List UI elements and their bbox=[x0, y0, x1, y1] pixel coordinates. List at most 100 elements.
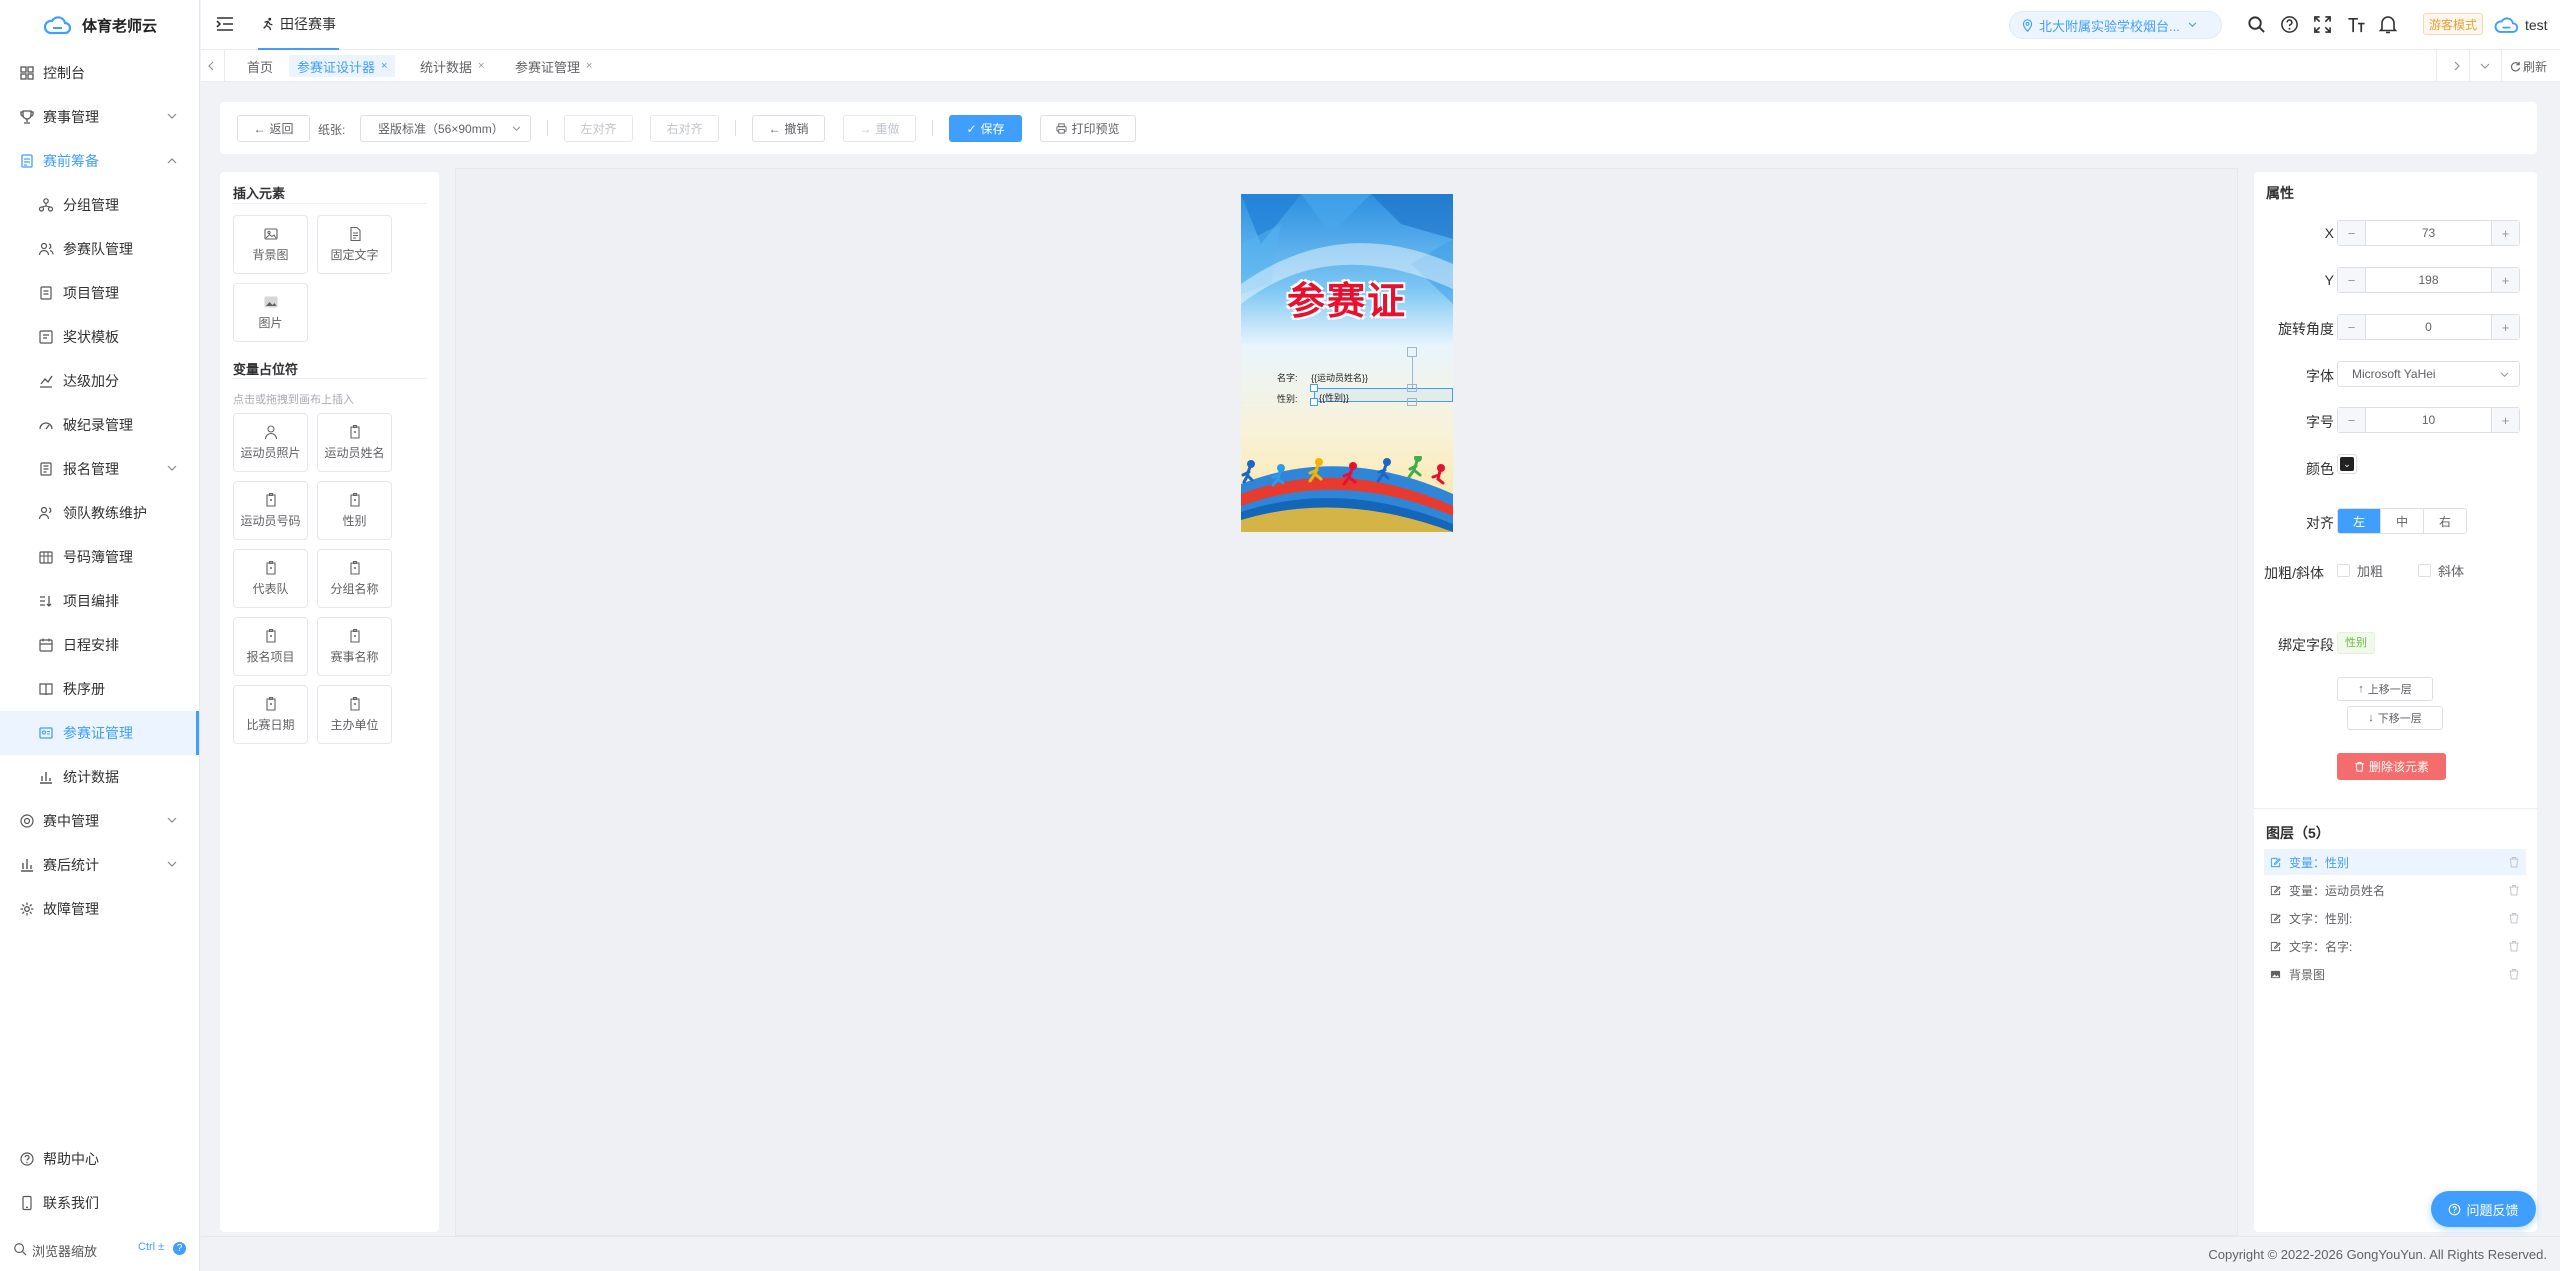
x-value[interactable]: 73 bbox=[2366, 226, 2491, 240]
save-button[interactable]: ✓ 保存 bbox=[949, 115, 1022, 142]
app-logo[interactable]: 体育老师云 bbox=[0, 0, 199, 50]
minus-icon[interactable]: − bbox=[2338, 221, 2366, 245]
trash-icon[interactable] bbox=[2508, 940, 2520, 952]
trash-icon[interactable] bbox=[2508, 884, 2520, 896]
back-button[interactable]: ← 返回 bbox=[237, 115, 310, 142]
chevron-right-icon[interactable] bbox=[2454, 61, 2460, 71]
menu-fold-icon[interactable] bbox=[216, 16, 234, 32]
rotation-input[interactable]: −0 + bbox=[2337, 314, 2520, 340]
badge-card[interactable]: 参赛证 名字: {{运动员姓名}} 性别: {{性别}} bbox=[1241, 194, 1453, 532]
sidebar-item-groups[interactable]: 分组管理 bbox=[0, 183, 199, 227]
search-icon[interactable] bbox=[2247, 15, 2266, 34]
minus-icon[interactable]: − bbox=[2338, 408, 2366, 432]
insert-picture-tile[interactable]: 图片 bbox=[233, 283, 308, 342]
y-input[interactable]: −198 + bbox=[2337, 267, 2520, 293]
sidebar-item-certificates[interactable]: 奖状模板 bbox=[0, 315, 199, 359]
rotation-value[interactable]: 0 bbox=[2366, 320, 2491, 334]
chevron-down-icon[interactable] bbox=[2480, 63, 2490, 70]
tab-badge-management[interactable]: 参赛证管理 × bbox=[507, 55, 600, 77]
chevron-left-icon[interactable] bbox=[208, 61, 214, 71]
align-right-option[interactable]: 右 bbox=[2423, 509, 2466, 533]
layer-item-gender-text[interactable]: 文字：性别: bbox=[2264, 905, 2526, 931]
x-input[interactable]: −73 + bbox=[2337, 220, 2520, 246]
sidebar-item-post-event[interactable]: 赛后统计 bbox=[0, 843, 199, 887]
fullscreen-icon[interactable] bbox=[2313, 15, 2332, 34]
plus-icon[interactable]: + bbox=[2491, 221, 2519, 245]
sidebar-item-coaches[interactable]: 领队教练维护 bbox=[0, 491, 199, 535]
print-preview-button[interactable]: 打印预览 bbox=[1040, 115, 1136, 142]
plus-icon[interactable]: + bbox=[2491, 268, 2519, 292]
font-select[interactable]: Microsoft YaHei bbox=[2337, 361, 2520, 387]
var-match-date[interactable]: 比赛日期 bbox=[233, 685, 308, 744]
align-left-button[interactable]: 左对齐 bbox=[564, 115, 633, 142]
sidebar-help-center[interactable]: 帮助中心 bbox=[0, 1137, 199, 1181]
sidebar-item-projects[interactable]: 项目管理 bbox=[0, 271, 199, 315]
var-registered-event[interactable]: 报名项目 bbox=[233, 617, 308, 676]
move-up-button[interactable]: ↑ 上移一层 bbox=[2337, 677, 2433, 701]
trash-icon[interactable] bbox=[2508, 912, 2520, 924]
minus-icon[interactable]: − bbox=[2338, 315, 2366, 339]
var-athlete-name[interactable]: 运动员姓名 bbox=[317, 413, 392, 472]
y-value[interactable]: 198 bbox=[2366, 273, 2491, 287]
rotate-handle[interactable] bbox=[1407, 347, 1417, 357]
gender-label-text[interactable]: 性别: bbox=[1277, 392, 1298, 405]
var-athlete-photo[interactable]: 运动员照片 bbox=[233, 413, 308, 472]
trash-icon[interactable] bbox=[2508, 856, 2520, 868]
minus-icon[interactable]: − bbox=[2338, 268, 2366, 292]
sidebar-item-teams[interactable]: 参赛队管理 bbox=[0, 227, 199, 271]
sidebar-item-event-management[interactable]: 赛事管理 bbox=[0, 95, 199, 139]
close-icon[interactable]: × bbox=[381, 60, 387, 72]
school-selector[interactable]: 北大附属实验学校烟台... bbox=[2009, 11, 2222, 39]
sidebar-item-dashboard[interactable]: 控制台 bbox=[0, 51, 199, 95]
align-left-option[interactable]: 左 bbox=[2338, 509, 2380, 533]
insert-background-tile[interactable]: 背景图 bbox=[233, 215, 308, 274]
insert-fixed-text-tile[interactable]: 固定文字 bbox=[317, 215, 392, 274]
tab-badge-designer[interactable]: 参赛证设计器 × bbox=[289, 55, 396, 77]
sidebar-item-statistics[interactable]: 统计数据 bbox=[0, 755, 199, 799]
sidebar-item-schedule[interactable]: 日程安排 bbox=[0, 623, 199, 667]
zoom-help-icon[interactable]: ? bbox=[173, 1242, 186, 1255]
var-gender[interactable]: 性别 bbox=[317, 481, 392, 540]
user-menu[interactable]: test bbox=[2493, 12, 2548, 38]
help-icon[interactable] bbox=[2280, 15, 2299, 34]
font-size-icon[interactable] bbox=[2346, 15, 2366, 34]
var-event-name[interactable]: 赛事名称 bbox=[317, 617, 392, 676]
sidebar-item-bib-numbers[interactable]: 号码簿管理 bbox=[0, 535, 199, 579]
resize-handle[interactable] bbox=[1310, 398, 1318, 406]
sidebar-item-records[interactable]: 破纪录管理 bbox=[0, 403, 199, 447]
font-size-input[interactable]: −10 + bbox=[2337, 407, 2520, 433]
tab-home[interactable]: 首页 bbox=[239, 55, 281, 77]
layer-item-name-variable[interactable]: 变量：运动员姓名 bbox=[2264, 877, 2526, 903]
align-center-option[interactable]: 中 bbox=[2380, 509, 2423, 533]
layer-item-background[interactable]: 背景图 bbox=[2264, 961, 2526, 987]
close-icon[interactable]: × bbox=[586, 60, 592, 72]
font-size-value[interactable]: 10 bbox=[2366, 413, 2491, 427]
browser-zoom-row[interactable]: 浏览器缩放 Ctrl ± ? bbox=[0, 1229, 199, 1269]
var-athlete-number[interactable]: 运动员号码 bbox=[233, 481, 308, 540]
sidebar-item-registration[interactable]: 报名管理 bbox=[0, 447, 199, 491]
plus-icon[interactable]: + bbox=[2491, 408, 2519, 432]
redo-button[interactable]: → 重做 bbox=[843, 115, 916, 142]
refresh-button[interactable]: 刷新 bbox=[2510, 58, 2547, 75]
layer-item-name-text[interactable]: 文字：名字: bbox=[2264, 933, 2526, 959]
plus-icon[interactable]: + bbox=[2491, 315, 2519, 339]
var-team[interactable]: 代表队 bbox=[233, 549, 308, 608]
layer-item-gender-variable[interactable]: 变量：性别 bbox=[2264, 849, 2526, 875]
sidebar-item-faults[interactable]: 故障管理 bbox=[0, 887, 199, 931]
name-label-text[interactable]: 名字: bbox=[1277, 371, 1298, 384]
undo-button[interactable]: ← 撤销 bbox=[752, 115, 825, 142]
sidebar-item-pre-event[interactable]: 赛前筹备 bbox=[0, 139, 199, 183]
event-tab[interactable]: 田径赛事 bbox=[258, 0, 339, 50]
sidebar-item-in-event[interactable]: 赛中管理 bbox=[0, 799, 199, 843]
trash-icon[interactable] bbox=[2508, 968, 2520, 980]
bell-icon[interactable] bbox=[2379, 14, 2397, 34]
resize-handle[interactable] bbox=[1310, 384, 1318, 392]
tab-statistics[interactable]: 统计数据 × bbox=[412, 55, 492, 77]
bold-checkbox[interactable]: 加粗 bbox=[2337, 561, 2383, 580]
athlete-name-variable[interactable]: {{运动员姓名}} bbox=[1311, 371, 1368, 384]
sidebar-item-program-book[interactable]: 秩序册 bbox=[0, 667, 199, 711]
close-icon[interactable]: × bbox=[478, 60, 484, 72]
sidebar-item-badge-management[interactable]: 参赛证管理 bbox=[0, 711, 199, 755]
feedback-button[interactable]: 问题反馈 bbox=[2431, 1191, 2536, 1227]
color-picker[interactable]: ⌄ bbox=[2337, 454, 2357, 474]
